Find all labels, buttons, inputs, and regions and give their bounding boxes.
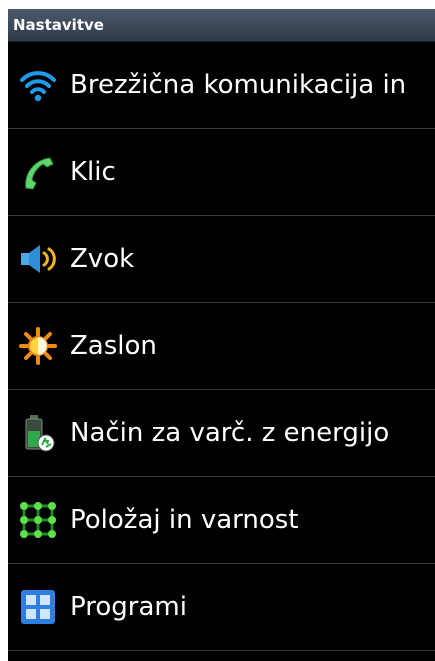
battery-recycle-icon bbox=[16, 411, 60, 455]
settings-item-applications[interactable]: Programi bbox=[8, 564, 435, 651]
settings-item-power-saving[interactable]: Način za varč. z energijo bbox=[8, 390, 435, 477]
settings-item-label: Zvok bbox=[70, 244, 135, 274]
settings-item-wireless[interactable]: Brezžična komunikacija in bbox=[8, 42, 435, 129]
settings-item-label: Klic bbox=[70, 157, 116, 187]
speaker-icon bbox=[16, 237, 60, 281]
list-divider bbox=[8, 651, 435, 661]
settings-item-display[interactable]: Zaslon bbox=[8, 303, 435, 390]
settings-item-call[interactable]: Klic bbox=[8, 129, 435, 216]
settings-item-location-security[interactable]: Položaj in varnost bbox=[8, 477, 435, 564]
title-bar: Nastavitve bbox=[8, 9, 435, 42]
phone-call-icon bbox=[16, 150, 60, 194]
settings-item-sound[interactable]: Zvok bbox=[8, 216, 435, 303]
brightness-icon bbox=[16, 324, 60, 368]
settings-item-label: Zaslon bbox=[70, 331, 157, 361]
wifi-icon bbox=[16, 63, 60, 107]
settings-item-label: Položaj in varnost bbox=[70, 505, 299, 535]
settings-item-label: Programi bbox=[70, 592, 187, 622]
settings-item-label: Brezžična komunikacija in bbox=[70, 70, 407, 100]
location-security-icon bbox=[16, 498, 60, 542]
page-title: Nastavitve bbox=[13, 16, 104, 34]
settings-item-label: Način za varč. z energijo bbox=[70, 418, 390, 448]
settings-screen: Nastavitve Brezžična komunikacija in Kli… bbox=[8, 9, 435, 661]
applications-icon bbox=[16, 585, 60, 629]
settings-list[interactable]: Brezžična komunikacija in Klic Zvok Zasl… bbox=[8, 42, 435, 661]
